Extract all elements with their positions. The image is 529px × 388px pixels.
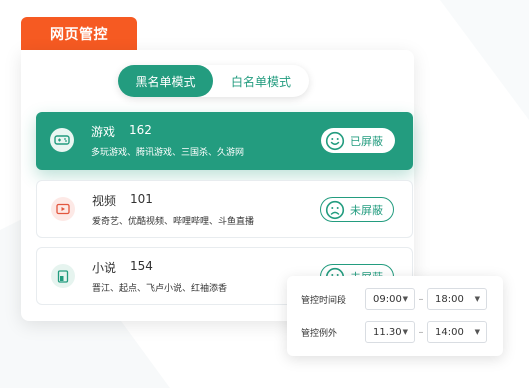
range-separator: – [418,293,424,305]
video-icon [51,197,75,221]
category-count: 162 [129,123,152,137]
block-toggle-games[interactable]: 已屏蔽 [321,128,395,153]
control-period-label: 管控时间段 [301,295,347,306]
block-status-label: 未屏蔽 [350,203,383,217]
block-status-label: 已屏蔽 [350,134,383,148]
control-period-end-select[interactable]: 18:00 ▼ [427,288,487,310]
category-sites: 多玩游戏、腾讯游戏、三国杀、久游网 [91,148,245,158]
range-separator: – [418,326,424,338]
block-toggle-video[interactable]: 未屏蔽 [320,197,394,222]
select-value: 18:00 [435,293,464,305]
category-sites: 晋江、起点、飞卢小说、红袖添香 [92,284,228,294]
whitelist-mode-button[interactable]: 白名单模式 [213,65,309,97]
select-value: 09:00 [373,293,402,305]
control-period-start-select[interactable]: 09:00 ▼ [365,288,415,310]
category-count: 101 [130,192,153,206]
caret-down-icon: ▼ [402,328,408,336]
category-name: 游戏 [91,125,116,139]
caret-down-icon: ▼ [474,295,480,303]
category-title: 游戏 162 [91,123,152,140]
select-value: 14:00 [435,326,464,338]
caret-down-icon: ▼ [402,295,408,303]
category-card-video[interactable]: 视频 101 爱奇艺、优酷视频、哔哩哔哩、斗鱼直播 未屏蔽 [36,180,413,238]
control-exception-label: 管控例外 [301,328,338,339]
category-count: 154 [130,259,153,273]
category-name: 小说 [92,261,117,275]
control-exception-start-select[interactable]: 11.30 ▼ [365,321,415,343]
sad-face-icon [325,200,345,219]
control-period-row: 管控时间段 09:00 ▼ – 18:00 ▼ [301,288,487,310]
mode-toggle: 黑名单模式 白名单模式 [118,65,309,97]
category-sites: 爱奇艺、优酷视频、哔哩哔哩、斗鱼直播 [92,217,255,227]
category-title: 小说 154 [92,259,153,276]
control-exception-row: 管控例外 11.30 ▼ – 14:00 ▼ [301,321,487,343]
caret-down-icon: ▼ [474,328,480,336]
book-icon [51,264,75,288]
smile-face-icon [325,131,345,150]
select-value: 11.30 [373,326,402,338]
category-card-games[interactable]: 游戏 162 多玩游戏、腾讯游戏、三国杀、久游网 已屏蔽 [36,112,413,170]
time-control-popup: 管控时间段 09:00 ▼ – 18:00 ▼ 管控例外 11.30 ▼ – 1… [287,276,503,356]
gamepad-icon [50,128,74,152]
page-title-tab: 网页管控 [21,17,137,51]
control-exception-end-select[interactable]: 14:00 ▼ [427,321,487,343]
category-name: 视频 [92,194,117,208]
category-title: 视频 101 [92,192,153,209]
blacklist-mode-button[interactable]: 黑名单模式 [118,65,213,97]
